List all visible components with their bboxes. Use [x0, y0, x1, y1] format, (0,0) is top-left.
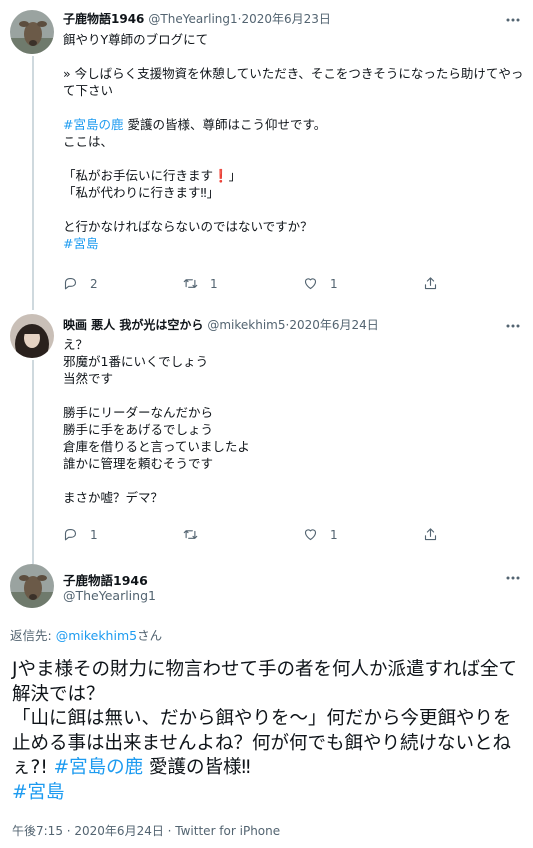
- reply-prefix: 返信先:: [10, 628, 56, 643]
- tweet-text: え？ 邪魔が1番にいくでしょう 当然です 勝手にリーダーなんだから 勝手に手をあ…: [63, 337, 250, 505]
- avatar[interactable]: [10, 10, 54, 54]
- main-tweet-text: Jやま様その財力に物言わせて手の者を何人か派遣すれば全て解決では？ 「山に餌は無…: [12, 658, 521, 805]
- tweet-header: 子鹿物語1946 @TheYearling1 · 2020年6月23日: [63, 11, 525, 27]
- reply-count: 1: [90, 527, 98, 542]
- tweet-text-part: 餌やりY尊師のブログにて » 今しばらく支援物資を休憩していただき、そこをつきそ…: [63, 32, 524, 98]
- like-button[interactable]: 1: [303, 527, 423, 542]
- reply-suffix: さん: [137, 628, 163, 643]
- tweet-header: 映画 悪人 我が光は空から @mikekhim5 · 2020年6月24日: [63, 317, 525, 333]
- tweet[interactable]: 子鹿物語1946 @TheYearling1 · 2020年6月23日 餌やりY…: [63, 11, 525, 252]
- more-icon[interactable]: [503, 12, 523, 28]
- user-handle[interactable]: @TheYearling1: [148, 11, 237, 27]
- tweet-text: 餌やりY尊師のブログにて » 今しばらく支援物資を休憩していただき、そこをつきそ…: [63, 31, 525, 252]
- retweet-icon: [183, 530, 198, 539]
- tweet-text-part: 愛護の皆様、尊師はこう仰せです。 ここは、 「私がお手伝いに行きます❗」 「私が…: [63, 117, 327, 234]
- hashtag-link[interactable]: #宮島の鹿: [63, 117, 123, 132]
- hashtag-link[interactable]: #宮島: [12, 782, 65, 803]
- tweet-actions: 1 1: [63, 527, 533, 542]
- user-name[interactable]: 映画 悪人 我が光は空から: [63, 317, 203, 333]
- user-name[interactable]: 子鹿物語1946: [63, 570, 148, 589]
- reply-count: 2: [90, 276, 98, 291]
- user-handle[interactable]: @mikekhim5: [207, 317, 285, 333]
- like-icon: [304, 278, 317, 290]
- hashtag-link[interactable]: #宮島: [63, 236, 98, 251]
- tweet-text-part: 愛護の皆様‼: [149, 757, 251, 778]
- reply-icon: [64, 528, 77, 541]
- user-name[interactable]: 子鹿物語1946: [63, 11, 144, 27]
- reply-to: 返信先: @mikekhim5さん: [10, 625, 162, 644]
- reply-handle-link[interactable]: @mikekhim5: [56, 628, 137, 643]
- reply-button[interactable]: 2: [63, 276, 183, 291]
- retweet-count: 1: [210, 276, 218, 291]
- retweet-icon: [183, 279, 198, 288]
- retweet-button[interactable]: [183, 527, 303, 542]
- share-button[interactable]: [423, 527, 533, 542]
- share-button[interactable]: [423, 276, 533, 291]
- more-icon[interactable]: [503, 570, 523, 586]
- like-button[interactable]: 1: [303, 276, 423, 291]
- avatar[interactable]: [10, 314, 54, 358]
- share-icon: [424, 277, 437, 290]
- like-icon: [304, 529, 317, 541]
- share-icon: [424, 528, 437, 541]
- hashtag-link[interactable]: #宮島の鹿: [54, 757, 144, 778]
- tweet-date[interactable]: 2020年6月23日: [241, 11, 330, 27]
- tweet-date[interactable]: 2020年6月24日: [289, 317, 378, 333]
- tweet[interactable]: 映画 悪人 我が光は空から @mikekhim5 · 2020年6月24日 え？…: [63, 317, 525, 506]
- thread-line: [32, 360, 34, 564]
- tweet-actions: 2 1 1: [63, 276, 533, 291]
- user-handle[interactable]: @TheYearling1: [63, 588, 156, 603]
- thread-line: [32, 56, 34, 310]
- like-count: 1: [330, 527, 338, 542]
- tweet-metadata[interactable]: 午後7:15 · 2020年6月24日 · Twitter for iPhone: [12, 822, 280, 839]
- reply-icon: [64, 277, 77, 290]
- avatar[interactable]: [10, 564, 54, 608]
- like-count: 1: [330, 276, 338, 291]
- reply-button[interactable]: 1: [63, 527, 183, 542]
- more-icon[interactable]: [503, 318, 523, 334]
- retweet-button[interactable]: 1: [183, 276, 303, 291]
